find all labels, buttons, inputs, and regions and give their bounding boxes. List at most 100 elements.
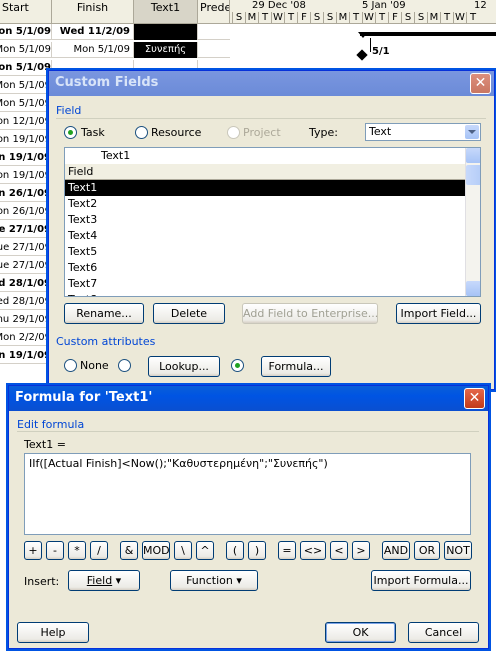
summary-bar[interactable] (358, 32, 496, 38)
cell-start[interactable]: Tue 27/1/09 (0, 240, 52, 256)
close-icon[interactable]: ✕ (464, 388, 485, 409)
operator-button[interactable]: ^ (196, 541, 214, 560)
ok-button[interactable]: OK (325, 622, 396, 643)
cell-start[interactable]: Mon 5/1/09 (0, 78, 52, 94)
formula-dialog: Formula for 'Text1' ✕ Edit formula Text1… (8, 385, 489, 649)
list-item[interactable]: Text4 (65, 228, 480, 244)
insert-function-button[interactable]: Function ▾ (170, 570, 258, 591)
close-icon[interactable]: ✕ (470, 73, 491, 94)
type-select[interactable]: Text (365, 123, 481, 141)
column-header-text1[interactable]: Text1 (134, 0, 198, 24)
operator-button[interactable]: > (352, 541, 370, 560)
formula-textarea[interactable]: IIf([Actual Finish]<Now();"Καθυστερημένη… (24, 453, 471, 535)
scroll-up-icon[interactable] (466, 148, 480, 163)
resource-radio[interactable] (135, 126, 148, 139)
list-item[interactable]: Text6 (65, 260, 480, 276)
timescale-day: F (297, 12, 310, 24)
cell-start-text: Wed 28/1/09 (0, 296, 51, 307)
cell-start[interactable]: Mon 5/1/09 (0, 42, 52, 58)
lookup-button[interactable]: Lookup... (148, 356, 220, 377)
operator-button[interactable]: ) (248, 541, 266, 560)
scroll-down-icon[interactable] (466, 281, 480, 296)
cell-finish[interactable]: Mon 5/1/09 (52, 42, 134, 58)
table-row[interactable]: Mon 5/1/09Wed 11/2/09 (0, 24, 230, 40)
list-item[interactable]: Text5 (65, 244, 480, 260)
milestone-label: 5/1 (372, 46, 390, 57)
list-item[interactable]: Text2 (65, 196, 480, 212)
operator-button[interactable]: / (90, 541, 108, 560)
help-button[interactable]: Help (17, 622, 89, 643)
cell-start[interactable]: Wed 28/1/09 (0, 276, 52, 292)
cell-start[interactable]: Mon 5/1/09 (0, 24, 52, 40)
project-radio[interactable] (227, 126, 240, 139)
column-header-predecessors[interactable]: Prede (198, 0, 230, 24)
timescale-day: T (466, 12, 479, 24)
operator-button[interactable]: < (330, 541, 348, 560)
column-header-start[interactable]: Start (0, 0, 52, 24)
list-item[interactable]: Text1 (65, 180, 480, 196)
operator-button[interactable]: OR (414, 541, 440, 560)
operator-button[interactable]: = (278, 541, 296, 560)
operator-button[interactable]: + (24, 541, 42, 560)
cell-start[interactable]: Mon 5/1/09 (0, 60, 52, 76)
table-row[interactable]: Mon 5/1/09 Mon 5/1/09 Συνεπής (0, 42, 230, 58)
formula-radio[interactable] (231, 359, 244, 372)
insert-function-label: Function (186, 574, 233, 587)
cell-start-text: Mon 19/1/09 (0, 170, 51, 181)
column-header-finish[interactable]: Finish (52, 0, 134, 24)
cell-start[interactable]: Tue 27/1/09 (0, 222, 52, 238)
cell-start[interactable]: Mon 26/1/09 (0, 186, 52, 202)
cell-text1[interactable]: Συνεπής (134, 42, 198, 58)
operator-button[interactable]: - (46, 541, 64, 560)
cell-start[interactable]: Mon 26/1/09 (0, 204, 52, 220)
cell-start[interactable]: Thu 29/1/09 (0, 312, 52, 328)
chevron-down-icon[interactable] (465, 125, 479, 139)
lookup-radio[interactable] (118, 359, 131, 372)
cell-start[interactable]: Tue 27/1/09 (0, 258, 52, 274)
list-item[interactable]: Text7 (65, 276, 480, 292)
cell-text1[interactable] (134, 24, 198, 40)
import-field-button[interactable]: Import Field... (396, 303, 481, 324)
operator-button[interactable]: \ (174, 541, 192, 560)
cancel-button[interactable]: Cancel (408, 622, 479, 643)
timescale-day: F (388, 12, 401, 24)
cell-start[interactable]: Mon 12/1/09 (0, 114, 52, 130)
cell-start[interactable]: Mon 19/1/09 (0, 150, 52, 166)
field-listbox[interactable]: Text1 Field Text1 Text2 Text3 Text4 Text5 Tex… (64, 147, 481, 297)
insert-field-button[interactable]: Field ▾ (68, 570, 140, 591)
cell-start[interactable]: Mon 2/2/09 (0, 330, 52, 346)
cell-start-text: Mon 26/1/09 (0, 206, 51, 217)
cell-start[interactable]: Mon 19/1/09 (0, 348, 52, 364)
cell-start[interactable]: Wed 28/1/09 (0, 294, 52, 310)
scroll-thumb[interactable] (466, 165, 480, 185)
cell-start-text: Mon 5/1/09 (0, 62, 51, 73)
rename-button[interactable]: Rename... (64, 303, 144, 324)
formula-button[interactable]: Formula... (261, 356, 331, 377)
milestone-diamond[interactable] (356, 49, 368, 61)
cell-finish[interactable]: Wed 11/2/09 (52, 24, 134, 40)
project-radio-label: Project (243, 126, 281, 139)
task-radio[interactable] (64, 126, 77, 139)
cell-start[interactable]: Mon 5/1/09 (0, 96, 52, 112)
current-field-input[interactable]: Text1 (65, 148, 480, 164)
operator-button[interactable]: * (68, 541, 86, 560)
list-item[interactable]: Text8 (65, 292, 480, 296)
none-radio[interactable] (64, 359, 77, 372)
import-formula-button[interactable]: Import Formula... (371, 570, 471, 591)
operator-button[interactable]: MOD (142, 541, 170, 560)
cell-start[interactable]: Mon 19/1/09 (0, 168, 52, 184)
operator-button[interactable]: <> (300, 541, 326, 560)
list-item[interactable]: Text3 (65, 212, 480, 228)
operator-button[interactable]: AND (382, 541, 410, 560)
timescale-day: S (310, 12, 323, 24)
cell-start-text: Tue 27/1/09 (0, 242, 51, 253)
insert-label: Insert: (24, 575, 60, 588)
cell-start[interactable]: Mon 19/1/09 (0, 132, 52, 148)
list-scrollbar[interactable] (465, 148, 480, 296)
add-field-to-enterprise-button[interactable]: Add Field to Enterprise... (242, 303, 378, 324)
type-label: Type: (309, 126, 338, 139)
operator-button[interactable]: & (120, 541, 138, 560)
operator-button[interactable]: NOT (444, 541, 472, 560)
delete-button[interactable]: Delete (153, 303, 225, 324)
operator-button[interactable]: ( (226, 541, 244, 560)
